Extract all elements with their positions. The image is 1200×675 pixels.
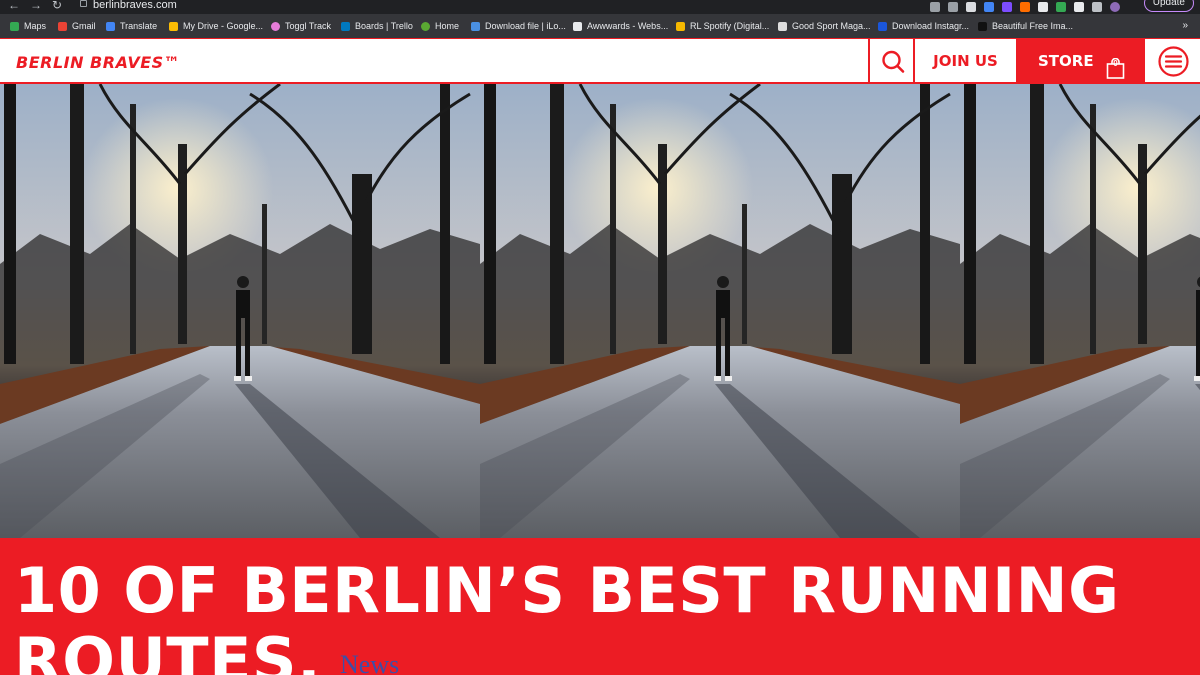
extensions-area [930, 0, 1120, 14]
free-images-icon [978, 21, 987, 31]
update-button[interactable]: Update [1143, 0, 1194, 12]
profile-avatar-icon[interactable] [1110, 2, 1120, 12]
hero-photo-tile [0, 84, 480, 538]
bookmarks-bar: Maps Gmail Translate My Drive - Google..… [0, 14, 1200, 38]
bookmark-instagram-download[interactable]: Download Instagr... [878, 14, 969, 38]
maps-icon [10, 21, 19, 31]
bookmark-trello[interactable]: Boards | Trello [341, 14, 413, 38]
bookmark-label: Beautiful Free Ima... [992, 21, 1074, 31]
bookmark-label: Good Sport Maga... [792, 21, 871, 31]
article-category-link[interactable]: News [340, 650, 399, 675]
bookmark-good-sport[interactable]: Good Sport Maga... [778, 14, 871, 38]
bookmark-label: Translate [120, 21, 158, 31]
store-button[interactable]: STORE 0 [1018, 39, 1143, 84]
hero-photo-tile [480, 84, 960, 538]
extension-orange-icon[interactable] [1020, 2, 1030, 12]
share-icon[interactable] [930, 2, 940, 12]
url-text: berlinbraves.com [93, 0, 177, 11]
home-icon [421, 21, 430, 31]
address-bar[interactable]: berlinbraves.com [80, 0, 177, 12]
bookmark-label: Gmail [72, 21, 96, 31]
back-arrow-icon[interactable]: ← [8, 0, 20, 12]
cart-count: 0 [1113, 59, 1118, 68]
bookmark-ilovepdf[interactable]: Download file | iLo... [471, 14, 566, 38]
bookmark-awwwards[interactable]: Awwwards - Webs... [573, 14, 668, 38]
bookmark-translate[interactable]: Translate [106, 14, 157, 38]
site-logo[interactable]: BERLIN BRAVES™ [16, 53, 180, 72]
bookmark-label: Download file | iLo... [485, 21, 566, 31]
site-header: BERLIN BRAVES™ JOIN US STORE 0 [0, 38, 1200, 84]
hero-image [0, 84, 1200, 538]
toggl-icon [271, 21, 280, 31]
article-headline: 10 OF BERLIN’S BEST RUNNING ROUTES. [14, 554, 1120, 675]
store-label: STORE [1038, 52, 1094, 70]
drive-icon [169, 21, 178, 31]
extension-green-icon[interactable] [1056, 2, 1066, 12]
extension-purple-icon[interactable] [1002, 2, 1012, 12]
bookmark-label: Download Instagr... [892, 21, 970, 31]
download-file-icon [471, 21, 480, 31]
bookmark-label: Maps [24, 21, 47, 31]
join-us-button[interactable]: JOIN US [915, 39, 1018, 84]
shopping-bag-icon: 0 [1106, 52, 1125, 79]
browser-toolbar: ← → ↻ berlinbraves.com Update [0, 0, 1200, 14]
extension-h-icon[interactable] [1038, 2, 1048, 12]
puzzle-icon[interactable] [1074, 2, 1084, 12]
bookmarks-overflow-icon[interactable]: » [1182, 14, 1188, 38]
translate-icon [106, 21, 115, 31]
bookmark-label: My Drive - Google... [183, 21, 264, 31]
hamburger-menu-icon [1158, 46, 1189, 77]
awwwards-icon [573, 21, 582, 31]
extension-blue-icon[interactable] [984, 2, 994, 12]
bookmark-label: Home [435, 21, 460, 31]
hero-photo-tile [960, 84, 1200, 538]
bookmark-toggl[interactable]: Toggl Track [271, 14, 331, 38]
forward-arrow-icon[interactable]: → [30, 0, 42, 12]
lock-icon [80, 0, 87, 7]
bookmark-label: RL Spotify (Digital... [690, 21, 770, 31]
search-button[interactable] [868, 39, 915, 84]
bookmark-maps[interactable]: Maps [10, 14, 46, 38]
reload-icon[interactable]: ↻ [52, 0, 62, 12]
bookmark-my-drive[interactable]: My Drive - Google... [169, 14, 263, 38]
camera-extension-icon[interactable] [966, 2, 976, 12]
search-icon [882, 50, 905, 73]
gmail-icon [58, 21, 67, 31]
instagram-download-icon [878, 21, 887, 31]
bookmark-spotify[interactable]: RL Spotify (Digital... [676, 14, 769, 38]
bookmark-star-icon[interactable] [948, 2, 958, 12]
good-sport-icon [778, 21, 787, 31]
bookmark-label: Boards | Trello [355, 21, 413, 31]
spotify-icon [676, 21, 685, 31]
bookmark-label: Awwwards - Webs... [587, 21, 669, 31]
bookmark-gmail[interactable]: Gmail [58, 14, 96, 38]
bookmark-free-images[interactable]: Beautiful Free Ima... [978, 14, 1073, 38]
menu-button[interactable] [1143, 39, 1200, 84]
sidebar-icon[interactable] [1092, 2, 1102, 12]
bookmark-label: Toggl Track [285, 21, 332, 31]
trello-icon [341, 21, 350, 31]
bookmark-home[interactable]: Home [421, 14, 459, 38]
article-banner: 10 OF BERLIN’S BEST RUNNING ROUTES. News [0, 538, 1200, 675]
